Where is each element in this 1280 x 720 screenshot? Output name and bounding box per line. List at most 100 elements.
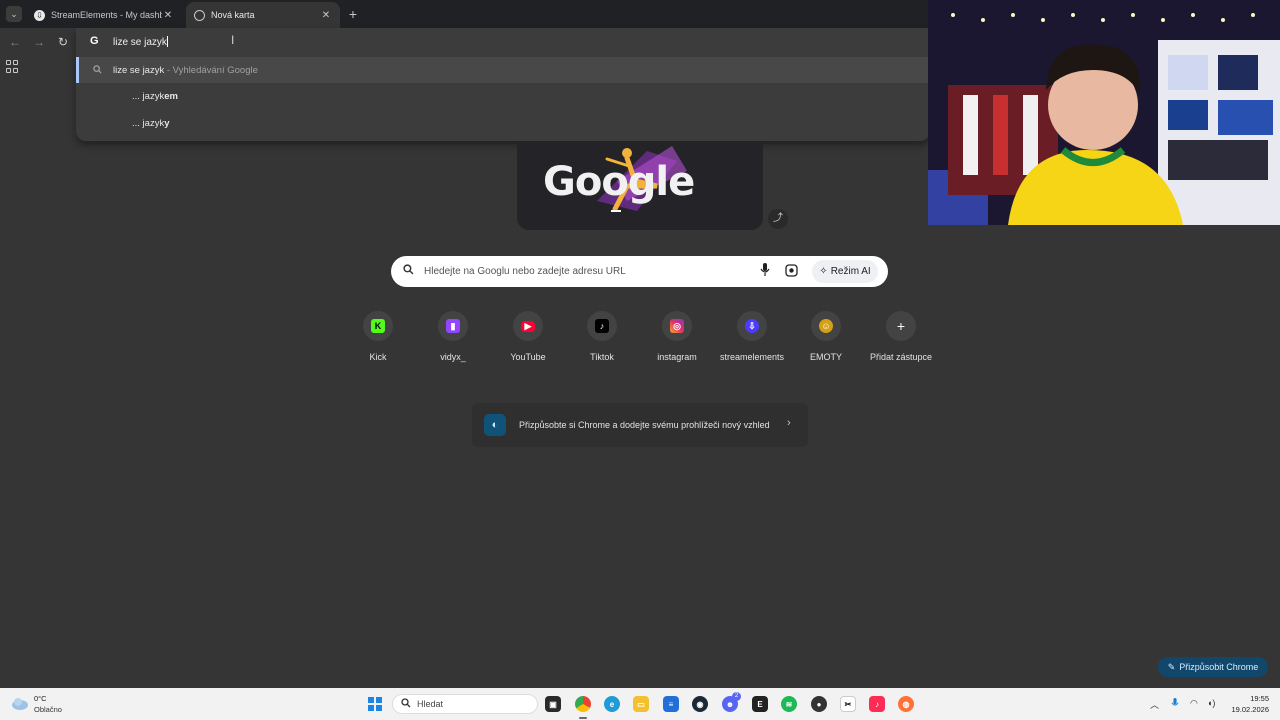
active-app-indicator (579, 717, 587, 719)
google-lens-icon[interactable] (785, 264, 798, 282)
suggestion-completion: em (164, 90, 178, 102)
search-placeholder[interactable]: Hledejte na Googlu nebo zadejte adresu U… (424, 266, 626, 277)
windows-taskbar: 0°C Oblačno Hledat ▣ e ▭ ≡ ◉ ☻ 2 E ≋ ● ✂… (0, 688, 1280, 720)
task-view-icon[interactable]: ▣ (545, 696, 561, 712)
customize-chrome-card[interactable]: ◐ Přizpůsobte si Chrome a dodejte svému … (472, 403, 808, 447)
clock-date[interactable]: 19.02.2026 (1228, 705, 1269, 714)
tab-close-icon[interactable]: ✕ (320, 10, 332, 21)
search-icon (401, 698, 411, 710)
tab-new-tab[interactable]: Nová karta ✕ (186, 2, 340, 28)
share-icon[interactable]: ⤴ (768, 209, 788, 229)
address-input[interactable]: lize se jazyk (113, 36, 168, 48)
search-icon (93, 64, 102, 76)
customize-chrome-label: Přizpůsobit Chrome (1179, 662, 1259, 672)
suggestion-prefix: ... jazyk (132, 90, 165, 102)
google-g-icon: G (90, 35, 99, 47)
shortcut-streamelements[interactable]: ⇩ streamelements (715, 311, 789, 362)
steam-icon[interactable]: ◉ (692, 696, 708, 712)
back-arrow-icon[interactable]: ← (7, 34, 23, 50)
microphone-tray-icon[interactable] (1171, 698, 1179, 711)
add-shortcut-button[interactable]: + Přidat zástupce (864, 311, 938, 362)
customize-chrome-button[interactable]: ✎ Přizpůsobit Chrome (1158, 657, 1268, 677)
suggestion-suffix: - Vyhledávání Google (164, 64, 258, 76)
palette-icon: ◐ (484, 414, 506, 436)
webcam-overlay (928, 0, 1280, 225)
notification-badge: 2 (732, 692, 741, 701)
suggestion-item[interactable]: ... jazyky (76, 110, 930, 136)
suggestion-completion: y (164, 117, 170, 129)
ai-mode-label: Režim AI (830, 266, 871, 277)
omnibox-dropdown: G lize se jazyk I lize se jazyk - Vyhled… (76, 28, 930, 141)
shortcut-label: vidyx_ (440, 352, 466, 362)
clock-time[interactable]: 19:55 (1245, 694, 1269, 703)
cloudy-weather-icon[interactable] (11, 696, 29, 715)
streamelements-favicon-icon: ⇩ (34, 9, 45, 21)
shortcut-label: EMOTY (809, 352, 842, 362)
suggestion-text: lize se jazyk (113, 64, 165, 76)
tiktok-app-icon[interactable]: ♪ (869, 696, 885, 712)
tiktok-icon: ♪ (595, 319, 609, 333)
webcam-feed-image (928, 0, 1280, 225)
suggestion-prefix: ... jazyk (132, 117, 165, 129)
twitch-icon: ▮ (446, 319, 460, 333)
shortcut-label: Kick (369, 352, 387, 362)
epic-games-icon[interactable]: E (752, 696, 768, 712)
capcut-icon[interactable]: ✂ (840, 696, 856, 712)
google-search-box[interactable]: Hledejte na Googlu nebo zadejte adresu U… (391, 256, 888, 287)
apps-grid-icon[interactable] (6, 60, 20, 74)
new-tab-button[interactable]: + (346, 6, 360, 22)
taskbar-search[interactable]: Hledat (392, 694, 538, 714)
doodle-text: Google (543, 159, 695, 205)
tab-search-button[interactable]: ⌄ (6, 6, 22, 22)
shortcut-label: Tiktok (590, 352, 614, 362)
chrome-favicon-icon (194, 9, 205, 21)
windows-start-icon[interactable] (368, 697, 382, 711)
shortcut-label: streamelements (719, 352, 785, 362)
ai-search-icon: ✧ (819, 266, 828, 277)
google-doodle[interactable]: Google (517, 141, 763, 230)
microphone-icon[interactable] (760, 263, 770, 282)
shortcut-vidyx[interactable]: ▮ vidyx_ (416, 311, 490, 362)
shortcut-label: instagram (657, 352, 697, 362)
streamelements-icon: ⇩ (745, 319, 759, 333)
address-bar[interactable]: G lize se jazyk I (76, 28, 930, 56)
shortcut-tiktok[interactable]: ♪ Tiktok (565, 311, 639, 362)
kick-icon: K (371, 319, 385, 333)
notepad-icon[interactable]: ≡ (663, 696, 679, 712)
chevron-up-icon[interactable]: ︿ (1150, 698, 1159, 711)
chrome-icon[interactable] (575, 696, 591, 712)
taskbar-search-label: Hledat (417, 699, 444, 709)
tab-streamelements[interactable]: ⇩ StreamElements - My dashboar ✕ (26, 2, 182, 28)
shortcut-kick[interactable]: K Kick (341, 311, 415, 362)
suggestion-item[interactable]: lize se jazyk - Vyhledávání Google (76, 57, 930, 83)
firefox-icon[interactable]: ◍ (898, 696, 914, 712)
ai-mode-button[interactable]: ✧ Režim AI (812, 260, 878, 283)
weather-temperature[interactable]: 0°C (34, 694, 47, 703)
edge-icon[interactable]: e (604, 696, 620, 712)
file-explorer-icon[interactable]: ▭ (633, 696, 649, 712)
text-cursor-icon: I (231, 33, 235, 47)
customize-card-text: Přizpůsobte si Chrome a dodejte svému pr… (519, 420, 770, 430)
shortcut-label: YouTube (510, 352, 546, 362)
forward-arrow-icon[interactable]: → (31, 34, 47, 50)
shortcut-emoty[interactable]: ☺ EMOTY (789, 311, 863, 362)
weather-condition[interactable]: Oblačno (34, 705, 62, 714)
wifi-icon[interactable]: ◠ (1190, 698, 1198, 709)
reload-icon[interactable]: ↻ (55, 34, 71, 50)
tab-close-icon[interactable]: ✕ (162, 10, 174, 21)
obs-icon[interactable]: ● (811, 696, 827, 712)
search-icon (403, 264, 414, 278)
volume-icon[interactable]: ◖) (1207, 698, 1215, 708)
spotify-icon[interactable]: ≋ (781, 696, 797, 712)
suggestion-item[interactable]: ... jazykem (76, 83, 930, 109)
tab-strip: ⌄ ⇩ StreamElements - My dashboar ✕ Nová … (0, 0, 930, 28)
shortcut-youtube[interactable]: ▶ YouTube (491, 311, 565, 362)
youtube-icon: ▶ (521, 320, 535, 332)
pencil-icon: ✎ (1167, 661, 1176, 672)
instagram-icon: ◎ (670, 319, 684, 333)
shortcut-label: Přidat zástupce (869, 352, 933, 362)
emote-icon: ☺ (819, 319, 833, 333)
shortcut-instagram[interactable]: ◎ instagram (640, 311, 714, 362)
plus-icon: + (896, 318, 906, 334)
tab-label: Nová karta (211, 10, 255, 20)
